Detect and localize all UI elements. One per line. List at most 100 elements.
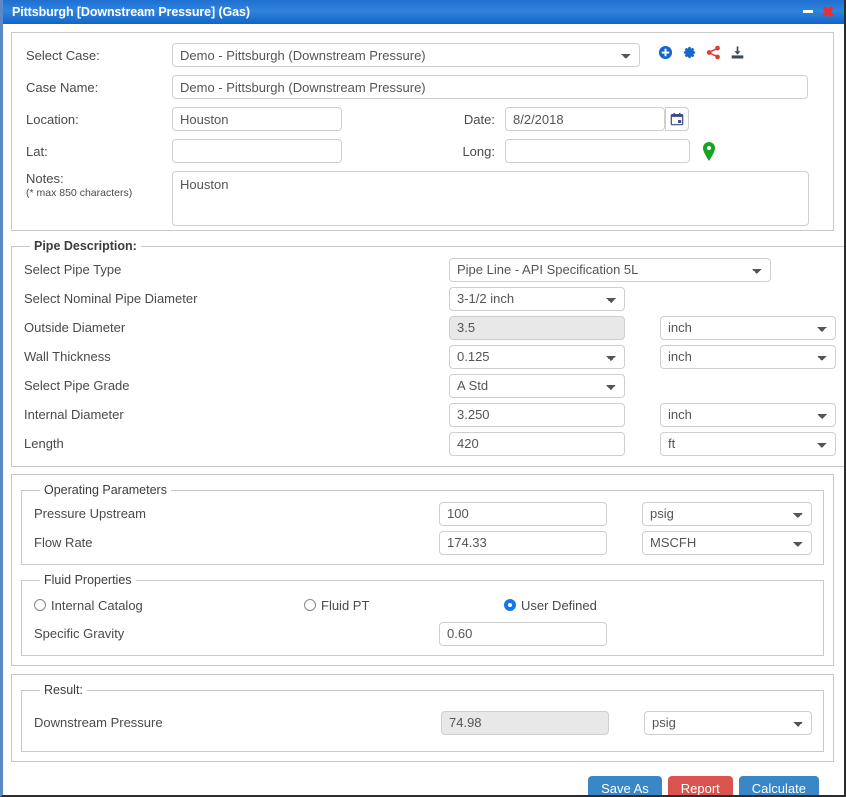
radio-internal-catalog-icon: [34, 599, 46, 611]
fluid-properties-legend: Fluid Properties: [44, 573, 132, 587]
length-unit-dropdown[interactable]: ft: [660, 431, 836, 456]
wall-thickness-dropdown[interactable]: 0.125: [449, 344, 625, 369]
case-name-row: Case Name:: [26, 75, 821, 99]
pressure-upstream-unit-dropdown[interactable]: psig: [642, 501, 812, 526]
flow-rate-label: Flow Rate: [34, 535, 93, 550]
pressure-upstream-input[interactable]: [439, 501, 607, 526]
share-icon[interactable]: [706, 45, 721, 63]
calculate-button[interactable]: Calculate: [738, 776, 819, 795]
long-input[interactable]: [505, 139, 690, 163]
wall-thickness-unit-dropdown[interactable]: inch: [660, 344, 836, 369]
notes-hint: (* max 850 characters): [26, 187, 133, 199]
select-case-dropdown[interactable]: Demo - Pittsburgh (Downstream Pressure): [172, 43, 640, 67]
downstream-pressure-unit-dropdown[interactable]: psig: [644, 710, 812, 735]
close-button[interactable]: ✖: [818, 2, 838, 22]
internal-diameter-label: Internal Diameter: [24, 407, 124, 422]
length-input[interactable]: [449, 431, 625, 456]
pipe-grade-dropdown[interactable]: A Std: [449, 373, 625, 398]
parameters-panel: Operating Parameters Pressure Upstream p…: [11, 474, 834, 666]
lat-input[interactable]: [172, 139, 342, 163]
save-as-button[interactable]: Save As: [588, 776, 662, 795]
internal-diameter-unit-dropdown[interactable]: inch: [660, 402, 836, 427]
radio-fluid-pt-icon: [304, 599, 316, 611]
pipe-type-label: Select Pipe Type: [24, 262, 122, 277]
pipe-grade-label: Select Pipe Grade: [24, 378, 130, 393]
pipe-type-dropdown[interactable]: Pipe Line - API Specification 5L: [449, 257, 771, 282]
outside-diameter-unit-dropdown[interactable]: inch: [660, 315, 836, 340]
flow-rate-input[interactable]: [439, 530, 607, 555]
result-legend: Result:: [44, 683, 83, 697]
location-label: Location:: [26, 111, 79, 127]
pipe-row-internal-diameter: Internal Diameter inch: [24, 400, 836, 429]
notes-label-group: Notes: (* max 850 characters): [26, 171, 172, 199]
pipe-row-grade: Select Pipe Grade A Std: [24, 371, 836, 400]
pipe-row-outside-diameter: Outside Diameter inch: [24, 313, 836, 342]
radio-fluid-pt[interactable]: Fluid PT: [304, 598, 504, 613]
select-case-label: Select Case:: [26, 47, 100, 63]
downstream-pressure-label: Downstream Pressure: [34, 715, 163, 730]
outside-diameter-label: Outside Diameter: [24, 320, 126, 335]
radio-internal-catalog[interactable]: Internal Catalog: [34, 598, 304, 613]
case-toolbar: [658, 45, 745, 63]
gear-icon[interactable]: [682, 45, 697, 63]
add-circle-icon[interactable]: [658, 45, 673, 63]
minimize-icon: [803, 9, 813, 13]
result-panel: Result: Downstream Pressure psig: [11, 674, 834, 762]
specific-gravity-row: Specific Gravity: [34, 619, 813, 648]
report-button[interactable]: Report: [667, 776, 733, 795]
specific-gravity-input[interactable]: [439, 621, 607, 646]
window-content: Select Case: Demo - Pittsburgh (Downstre…: [3, 24, 844, 795]
case-info-panel: Select Case: Demo - Pittsburgh (Downstre…: [11, 32, 834, 231]
radio-internal-catalog-label: Internal Catalog: [51, 597, 143, 613]
long-label: Long:: [462, 143, 495, 159]
lat-label: Lat:: [26, 143, 48, 159]
notes-row: Notes: (* max 850 characters) Houston: [26, 171, 821, 226]
pipe-row-wall-thickness: Wall Thickness 0.125 inch: [24, 342, 836, 371]
location-input[interactable]: [172, 107, 342, 131]
lat-long-row: Lat: Long:: [26, 139, 821, 163]
downstream-pressure-value: [441, 710, 609, 735]
length-label: Length: [24, 436, 64, 451]
date-label: Date:: [463, 111, 495, 127]
outside-diameter-input: [449, 315, 625, 340]
calendar-icon[interactable]: [665, 107, 689, 131]
flow-rate-unit-dropdown[interactable]: MSCFH: [642, 530, 812, 555]
minimize-button[interactable]: [798, 2, 818, 22]
flow-rate-row: Flow Rate MSCFH: [34, 528, 813, 557]
application-window: Pittsburgh [Downstream Pressure] (Gas) ✖: [0, 0, 846, 797]
case-name-label: Case Name:: [26, 79, 99, 95]
date-input[interactable]: [505, 107, 665, 131]
pipe-description-legend: Pipe Description:: [34, 239, 137, 253]
radio-user-defined-label: User Defined: [521, 597, 597, 613]
radio-user-defined[interactable]: User Defined: [504, 598, 597, 613]
map-pin-icon[interactable]: [702, 141, 716, 161]
result-fieldset: Result: Downstream Pressure psig: [21, 683, 824, 752]
pressure-upstream-label: Pressure Upstream: [34, 506, 146, 521]
location-date-row: Location: Date:: [26, 107, 821, 131]
operating-parameters-legend: Operating Parameters: [44, 483, 167, 497]
pipe-row-nominal-diameter: Select Nominal Pipe Diameter 3-1/2 inch: [24, 284, 836, 313]
pressure-upstream-row: Pressure Upstream psig: [34, 499, 813, 528]
wall-thickness-label: Wall Thickness: [24, 349, 111, 364]
downstream-pressure-row: Downstream Pressure psig: [34, 708, 813, 737]
nominal-diameter-label: Select Nominal Pipe Diameter: [24, 291, 198, 306]
notes-label: Notes:: [26, 171, 64, 186]
nominal-diameter-dropdown[interactable]: 3-1/2 inch: [449, 286, 625, 311]
notes-textarea[interactable]: Houston: [172, 171, 809, 226]
pipe-row-type: Select Pipe Type Pipe Line - API Specifi…: [24, 255, 836, 284]
radio-fluid-pt-label: Fluid PT: [321, 597, 370, 613]
radio-user-defined-icon: [504, 599, 516, 611]
title-bar: Pittsburgh [Downstream Pressure] (Gas) ✖: [3, 0, 844, 24]
pipe-description-fieldset: Pipe Description: Select Pipe Type Pipe …: [11, 239, 844, 467]
window-title: Pittsburgh [Downstream Pressure] (Gas): [12, 5, 250, 19]
action-button-bar: Save As Report Calculate: [11, 776, 834, 795]
fluid-source-radio-group: Internal Catalog Fluid PT User Defined: [34, 591, 813, 619]
specific-gravity-label: Specific Gravity: [34, 626, 125, 641]
fluid-properties-fieldset: Fluid Properties Internal Catalog Fluid …: [21, 573, 824, 656]
pipe-row-length: Length ft: [24, 429, 836, 458]
case-name-input[interactable]: [172, 75, 808, 99]
operating-parameters-fieldset: Operating Parameters Pressure Upstream p…: [21, 483, 824, 565]
download-icon[interactable]: [730, 45, 745, 63]
close-icon: ✖: [821, 3, 835, 21]
internal-diameter-input[interactable]: [449, 402, 625, 427]
